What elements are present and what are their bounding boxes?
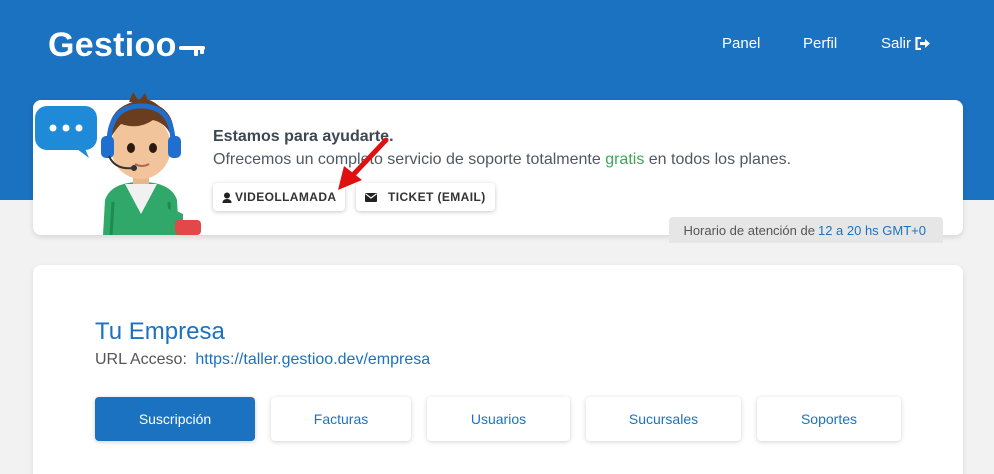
support-card: Estamos para ayudarte. Ofrecemos un comp… xyxy=(33,92,963,243)
key-icon xyxy=(178,45,205,56)
support-description: Ofrecemos un completo servicio de soport… xyxy=(213,151,791,169)
tab-suscripcion[interactable]: Suscripción xyxy=(95,397,255,441)
company-card: Tu Empresa URL Acceso: https://taller.ge… xyxy=(33,265,963,474)
hours-range: 12 a 20 hs GMT+0 xyxy=(817,222,926,238)
chat-bubble-icon xyxy=(35,106,97,158)
annotation-arrow-icon xyxy=(338,137,389,190)
nav-panel-label: Panel xyxy=(722,35,761,52)
nav-perfil-label: Perfil xyxy=(803,35,838,52)
logout-icon xyxy=(915,37,931,50)
support-desc-highlight: gratis xyxy=(605,151,645,168)
videocall-button[interactable]: VIDEOLLAMADA xyxy=(213,183,346,211)
support-desc-post: en todos los planes. xyxy=(648,151,792,168)
company-title: Tu Empresa xyxy=(95,318,225,345)
tab-usuarios[interactable]: Usuarios xyxy=(427,397,570,441)
user-headset-icon xyxy=(222,192,232,203)
hours-text: Horario de atención de xyxy=(683,222,815,238)
support-desc-pre: Ofrecemos un completo servicio de soport… xyxy=(213,151,601,168)
nav-panel[interactable]: Panel xyxy=(722,35,760,52)
logo-text: Gestioo xyxy=(48,26,177,64)
nav-perfil[interactable]: Perfil xyxy=(803,35,837,52)
tab-sucursales[interactable]: Sucursales xyxy=(586,397,741,441)
support-hours: Horario de atención de 12 a 20 hs GMT+0 xyxy=(669,217,943,243)
tab-soportes[interactable]: Soportes xyxy=(757,397,901,441)
gestioo-logo[interactable]: Gestioo xyxy=(48,26,207,65)
company-url-label: URL Acceso: xyxy=(95,351,187,368)
tab-facturas[interactable]: Facturas xyxy=(271,397,411,441)
company-url-row: URL Acceso: https://taller.gestioo.dev/e… xyxy=(95,351,430,369)
support-mascot xyxy=(33,92,223,235)
nav-salir[interactable]: Salir xyxy=(881,35,931,52)
ticket-button-label: TICKET (EMAIL) xyxy=(388,190,486,204)
videocall-button-label: VIDEOLLAMADA xyxy=(235,190,337,204)
nav-salir-label: Salir xyxy=(881,35,912,52)
company-url-link[interactable]: https://taller.gestioo.dev/empresa xyxy=(195,351,430,368)
